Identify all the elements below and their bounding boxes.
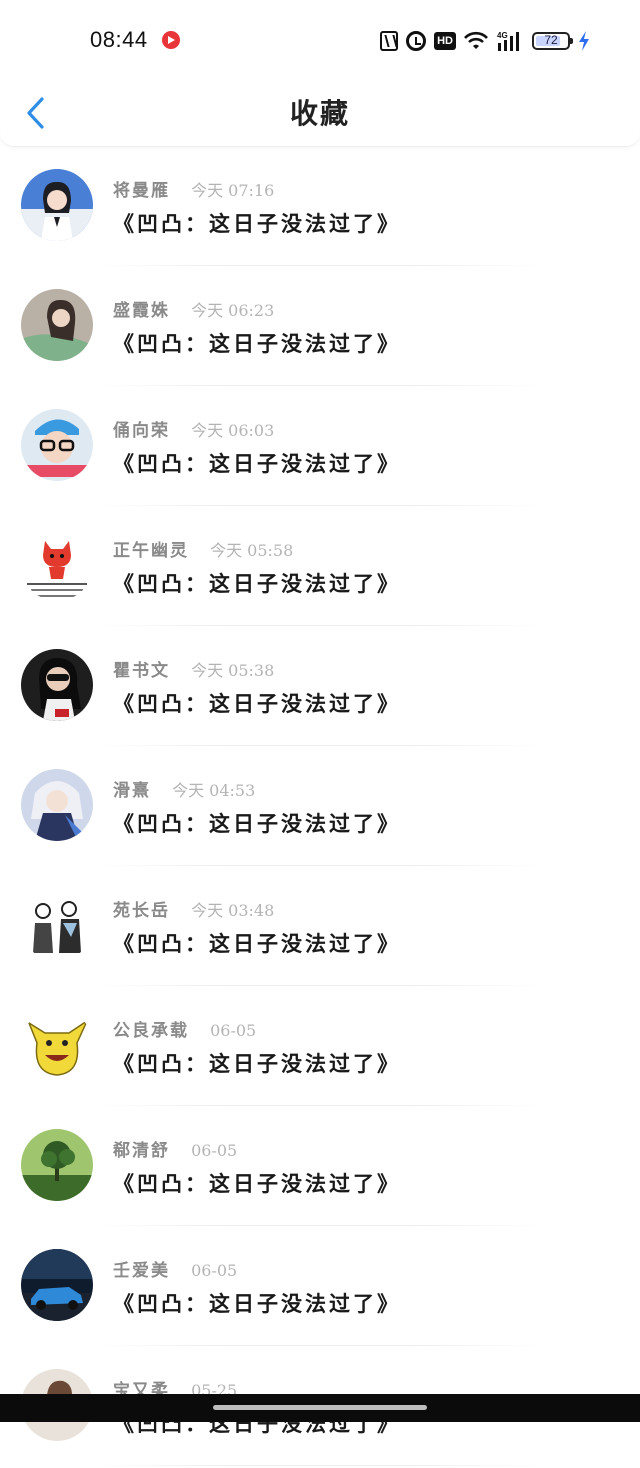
alarm-icon: [406, 31, 427, 51]
author-name: 郗清舒: [113, 1141, 170, 1161]
home-indicator[interactable]: [213, 1405, 427, 1410]
timestamp: 今天 07:16: [191, 181, 275, 200]
item-title[interactable]: 《凹凸：这日子没法过了》: [113, 1288, 401, 1318]
meta-line: 将曼雁 今天 07:16: [113, 176, 274, 201]
meta-line: 盛霞姝 今天 06:23: [113, 296, 274, 321]
item-title[interactable]: 《凹凸：这日子没法过了》: [113, 1048, 401, 1078]
list-item[interactable]: 滑熹 今天 04:53 《凹凸：这日子没法过了》: [0, 748, 640, 868]
battery-level: 72: [544, 33, 558, 47]
timestamp: 06-05: [191, 1261, 238, 1280]
meta-line: 滑熹 今天 04:53: [113, 776, 255, 801]
meta-line: 公良承载 06-05: [113, 1016, 256, 1041]
author-name: 瞿书文: [113, 661, 170, 681]
avatar[interactable]: [21, 529, 93, 601]
header: 收藏: [0, 78, 640, 147]
author-name: 壬爱美: [113, 1261, 170, 1281]
item-title[interactable]: 《凹凸：这日子没法过了》: [113, 568, 401, 598]
avatar[interactable]: [21, 169, 93, 241]
timestamp: 06-05: [210, 1021, 257, 1040]
favorites-list: 将曼雁 今天 07:16 《凹凸：这日子没法过了》 盛霞姝 今天 06:23 《…: [0, 148, 640, 1468]
list-item[interactable]: 壬爱美 06-05 《凹凸：这日子没法过了》: [0, 1228, 640, 1348]
item-title[interactable]: 《凹凸：这日子没法过了》: [113, 448, 401, 478]
divider: [98, 1105, 538, 1106]
charging-bolt-icon: [579, 31, 589, 51]
meta-line: 郗清舒 06-05: [113, 1136, 237, 1161]
avatar[interactable]: [21, 649, 93, 721]
avatar[interactable]: [21, 889, 93, 961]
meta-line: 正午幽灵 今天 05:58: [113, 536, 293, 561]
avatar[interactable]: [21, 289, 93, 361]
meta-line: 俑向荣 今天 06:03: [113, 416, 274, 441]
divider: [98, 1465, 538, 1466]
page-title: 收藏: [289, 97, 350, 130]
status-icons: HD 4G 72: [380, 28, 590, 54]
battery-icon: 72: [532, 32, 573, 50]
meta-line: 壬爱美 06-05: [113, 1256, 237, 1281]
list-item[interactable]: 盛霞姝 今天 06:23 《凹凸：这日子没法过了》: [0, 268, 640, 388]
nfc-icon: [380, 31, 399, 51]
meta-line: 瞿书文 今天 05:38: [113, 656, 274, 681]
list-item[interactable]: 正午幽灵 今天 05:58 《凹凸：这日子没法过了》: [0, 508, 640, 628]
timestamp: 06-05: [191, 1141, 238, 1160]
divider: [98, 745, 538, 746]
divider: [98, 985, 538, 986]
status-time: 08:44: [90, 27, 148, 52]
divider: [98, 265, 538, 266]
author-name: 盛霞姝: [113, 301, 170, 321]
item-title[interactable]: 《凹凸：这日子没法过了》: [113, 688, 401, 718]
item-title[interactable]: 《凹凸：这日子没法过了》: [113, 208, 401, 238]
hd-icon: HD: [434, 32, 456, 50]
divider: [98, 385, 538, 386]
avatar[interactable]: [21, 1129, 93, 1201]
timestamp: 今天 03:48: [191, 901, 275, 920]
list-item[interactable]: 将曼雁 今天 07:16 《凹凸：这日子没法过了》: [0, 148, 640, 268]
list-item[interactable]: 郗清舒 06-05 《凹凸：这日子没法过了》: [0, 1108, 640, 1228]
author-name: 苑长岳: [113, 901, 170, 921]
author-name: 公良承载: [113, 1021, 189, 1041]
divider: [98, 625, 538, 626]
timestamp: 今天 04:53: [172, 781, 256, 800]
item-title[interactable]: 《凹凸：这日子没法过了》: [113, 808, 401, 838]
list-item[interactable]: 瞿书文 今天 05:38 《凹凸：这日子没法过了》: [0, 628, 640, 748]
divider: [98, 1345, 538, 1346]
timestamp: 今天 06:23: [191, 301, 275, 320]
author-name: 将曼雁: [113, 181, 170, 201]
avatar[interactable]: [21, 769, 93, 841]
timestamp: 今天 05:58: [210, 541, 294, 560]
svg-text:4G: 4G: [497, 31, 508, 40]
item-title[interactable]: 《凹凸：这日子没法过了》: [113, 1168, 401, 1198]
timestamp: 今天 06:03: [191, 421, 275, 440]
list-item[interactable]: 公良承载 06-05 《凹凸：这日子没法过了》: [0, 988, 640, 1108]
recording-icon: [162, 31, 180, 49]
divider: [98, 865, 538, 866]
list-item[interactable]: 苑长岳 今天 03:48 《凹凸：这日子没法过了》: [0, 868, 640, 988]
author-name: 俑向荣: [113, 421, 170, 441]
wifi-icon: [464, 31, 488, 49]
signal-4g-icon: 4G: [497, 31, 519, 51]
battery-tip: [570, 38, 573, 44]
divider: [98, 505, 538, 506]
status-bar: 08:44 HD 4G 72: [0, 0, 640, 80]
item-title[interactable]: 《凹凸：这日子没法过了》: [113, 328, 401, 358]
divider: [98, 1225, 538, 1226]
list-item[interactable]: 俑向荣 今天 06:03 《凹凸：这日子没法过了》: [0, 388, 640, 508]
avatar[interactable]: [21, 1249, 93, 1321]
author-name: 滑熹: [113, 781, 151, 801]
timestamp: 今天 05:38: [191, 661, 275, 680]
avatar[interactable]: [21, 409, 93, 481]
system-nav-bar: [0, 1394, 640, 1422]
meta-line: 苑长岳 今天 03:48: [113, 896, 274, 921]
item-title[interactable]: 《凹凸：这日子没法过了》: [113, 928, 401, 958]
avatar[interactable]: [21, 1009, 93, 1081]
author-name: 正午幽灵: [113, 541, 189, 561]
